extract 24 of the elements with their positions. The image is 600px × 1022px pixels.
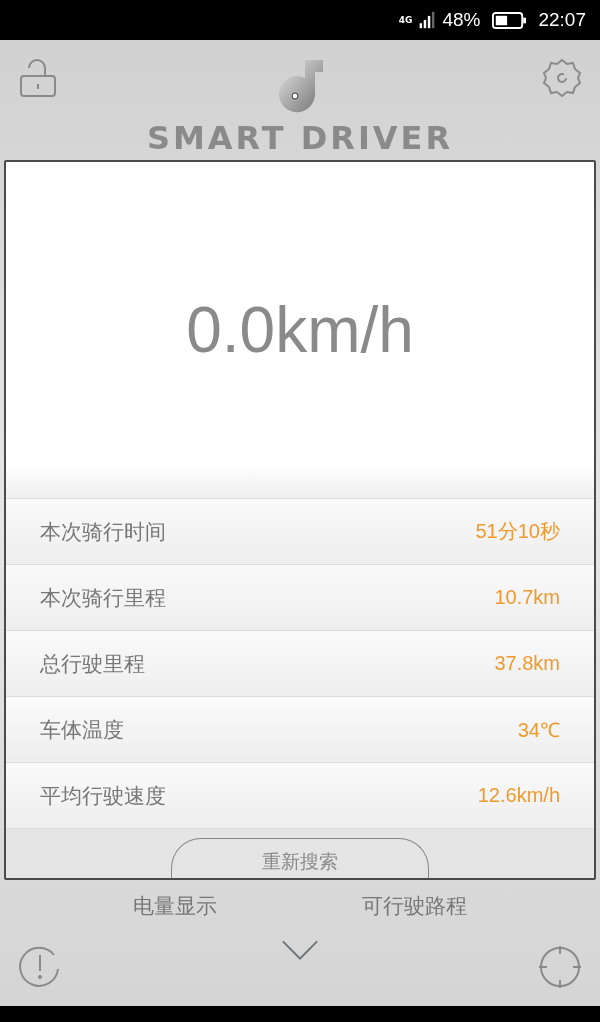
signal-icon [418,11,437,29]
bottom-label: 电量显示 [132,893,217,920]
rescan-button[interactable]: 重新搜索 [171,838,429,878]
clock: 22:07 [538,9,586,31]
network-label: 4G [398,15,413,25]
alert-icon[interactable] [18,945,62,989]
battery-icon [492,10,527,30]
stat-label: 车体温度 [40,716,124,744]
stat-label: 本次骑行里程 [40,584,166,612]
stat-value: 37.8km [494,652,560,675]
logo-text: SMART DRIVER [146,120,454,156]
bottom-label: 可行驶路程 [362,893,468,920]
settings-icon[interactable] [542,58,582,98]
battery-percent: 48% [442,9,481,31]
stat-value: 34℃ [517,718,560,743]
chevron-down-icon[interactable] [281,939,319,961]
unlock-icon[interactable] [18,58,58,98]
stat-value: 10.7km [494,586,560,609]
stat-label: 本次骑行时间 [40,518,166,546]
stat-value: 51分10秒 [475,519,560,544]
stat-label: 平均行驶速度 [40,782,166,810]
stat-value: 12.6km/h [477,784,560,807]
locate-icon[interactable] [538,945,582,989]
stat-label: 总行驶里程 [40,650,145,678]
